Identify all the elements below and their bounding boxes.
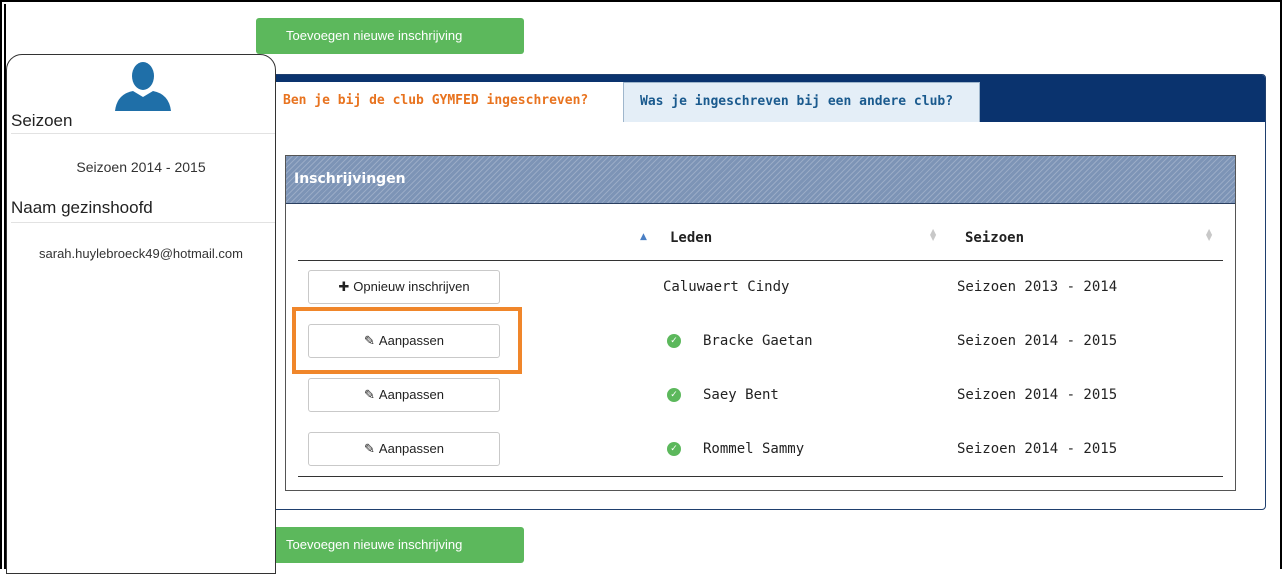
season-cell: Seizoen 2014 - 2015 (957, 387, 1118, 403)
tab-gymfed-registered[interactable]: Ben je bij de club GYMFED ingeschreven? (275, 82, 627, 122)
pencil-icon: ✎ (364, 333, 375, 348)
divider (11, 222, 275, 223)
season-value: Seizoen 2014 - 2015 (76, 159, 206, 175)
user-silhouette-icon (115, 62, 171, 111)
table-title: Inschrijvingen (286, 156, 1235, 204)
family-head-email: sarah.huylebroeck49@hotmail.com (39, 246, 243, 261)
season-cell: Seizoen 2014 - 2015 (957, 333, 1118, 349)
check-circle-icon: ✓ (667, 442, 681, 456)
add-registration-button-bottom[interactable]: Toevoegen nieuwe inschrijving (256, 527, 524, 563)
column-header-members[interactable]: Leden (670, 223, 712, 253)
season-cell: Seizoen 2014 - 2015 (957, 441, 1118, 457)
family-head-heading: Naam gezinshoofd (11, 198, 153, 217)
table-bottom-divider (298, 476, 1223, 477)
pencil-icon: ✎ (364, 387, 375, 402)
button-label: Aanpassen (378, 333, 444, 348)
check-circle-icon: ✓ (667, 388, 681, 402)
sort-icon[interactable]: ▲ ▼ (930, 228, 936, 242)
button-label: Aanpassen (378, 387, 444, 402)
sort-asc-icon[interactable]: ▲ (640, 232, 647, 242)
sort-icon[interactable]: ▲ ▼ (1206, 228, 1212, 242)
check-circle-icon: ✓ (667, 334, 681, 348)
user-info-card: Seizoen Seizoen 2014 - 2015 Naam gezinsh… (6, 54, 276, 574)
header-divider (298, 260, 1223, 261)
column-header-season[interactable]: Seizoen (965, 223, 1024, 253)
member-name: Bracke Gaetan (703, 333, 813, 349)
divider (11, 133, 275, 134)
re-register-button[interactable]: ✚ Opnieuw inschrijven (308, 270, 500, 304)
edit-button[interactable]: ✎ Aanpassen (308, 378, 500, 412)
tab-other-club-registered[interactable]: Was je ingeschreven bij een andere club? (623, 82, 980, 122)
member-name: Rommel Sammy (703, 441, 805, 457)
edit-button[interactable]: ✎ Aanpassen (308, 324, 500, 358)
season-heading: Seizoen (11, 111, 73, 130)
button-label: Opnieuw inschrijven (353, 279, 470, 294)
plus-icon: ✚ (338, 279, 350, 294)
pencil-icon: ✎ (364, 441, 375, 456)
edit-button[interactable]: ✎ Aanpassen (308, 432, 500, 466)
button-label: Aanpassen (378, 441, 444, 456)
member-name: Saey Bent (703, 387, 779, 403)
season-cell: Seizoen 2013 - 2014 (957, 279, 1118, 295)
add-registration-button-top[interactable]: Toevoegen nieuwe inschrijving (256, 18, 524, 54)
member-name: Caluwaert Cindy (663, 279, 790, 295)
registration-panel: Ben je bij de club GYMFED ingeschreven? … (256, 74, 1266, 510)
tab-bar: Ben je bij de club GYMFED ingeschreven? … (257, 75, 1265, 122)
